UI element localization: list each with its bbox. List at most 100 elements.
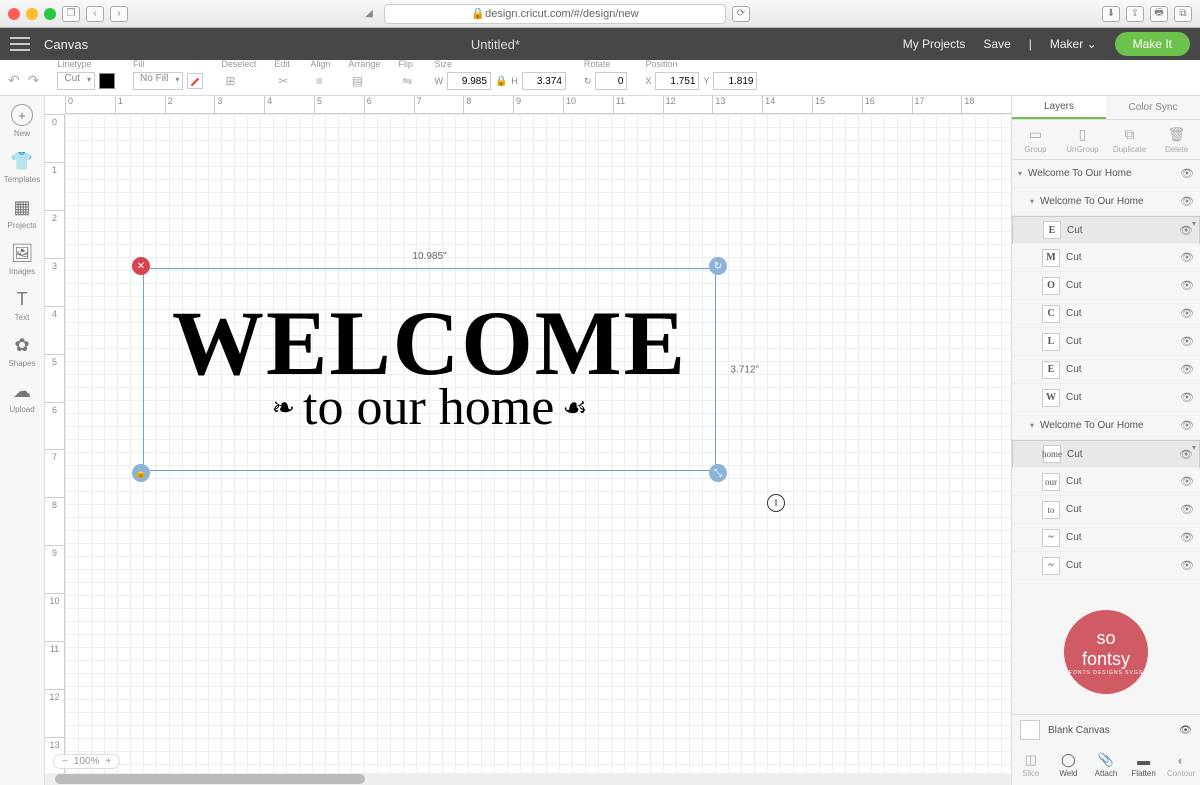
tabs-icon[interactable]: ⧉: [1174, 6, 1192, 22]
sidebar-toggle-icon[interactable]: ❐: [62, 6, 80, 22]
layer-row[interactable]: toCut👁: [1012, 496, 1200, 524]
visibility-icon[interactable]: 👁: [1180, 335, 1194, 348]
nav-fwd-icon[interactable]: ›: [110, 6, 128, 22]
slice-button: ◫Slice: [1012, 745, 1050, 785]
h-scrollbar[interactable]: [45, 773, 1011, 785]
left-tool-rail: +New 👕Templates ▦Projects 🖼Images TText ✿Shap…: [0, 96, 45, 785]
redo-icon[interactable]: ↷: [28, 72, 40, 89]
menu-icon[interactable]: [10, 37, 30, 51]
layer-row[interactable]: WCut👁: [1012, 384, 1200, 412]
line-color-swatch[interactable]: [99, 73, 115, 89]
my-projects-link[interactable]: My Projects: [903, 37, 966, 51]
divider: |: [1029, 37, 1032, 51]
visibility-toggle-icon[interactable]: 👁: [1179, 725, 1192, 736]
zoom-in-icon[interactable]: +: [105, 756, 111, 767]
visibility-icon[interactable]: 👁: [1180, 475, 1194, 488]
layer-row[interactable]: ▾Welcome To Our Home👁: [1012, 188, 1200, 216]
machine-select[interactable]: Maker ⌄: [1050, 37, 1097, 51]
selection-box[interactable]: 10.985" 3.712" ✕ ↻ 🔒 ⤡ WELCOME ❧ to our …: [143, 268, 716, 471]
arrange-icon[interactable]: ▤: [348, 72, 366, 90]
width-input[interactable]: [447, 72, 491, 90]
fill-select[interactable]: No Fill: [133, 72, 183, 90]
layer-row[interactable]: ECut👁: [1012, 356, 1200, 384]
visibility-icon[interactable]: 👁: [1180, 419, 1194, 432]
rail-templates[interactable]: 👕Templates: [4, 150, 40, 184]
layer-row[interactable]: OCut👁: [1012, 272, 1200, 300]
scale-handle-icon[interactable]: ⤡: [709, 464, 727, 482]
layer-row[interactable]: LCut👁: [1012, 328, 1200, 356]
visibility-icon[interactable]: 👁: [1180, 531, 1194, 544]
zoom-control[interactable]: −100%+: [53, 754, 120, 769]
tab-layers[interactable]: Layers: [1012, 96, 1106, 119]
rail-new[interactable]: +New: [11, 104, 33, 138]
visibility-icon[interactable]: 👁: [1180, 167, 1194, 180]
pos-x-input[interactable]: [655, 72, 699, 90]
layer-row[interactable]: ~Cut👁: [1012, 552, 1200, 580]
layer-row[interactable]: homeCut👁: [1012, 440, 1200, 468]
visibility-icon[interactable]: 👁: [1180, 503, 1194, 516]
visibility-icon[interactable]: 👁: [1180, 391, 1194, 404]
height-input[interactable]: [522, 72, 566, 90]
reload-icon[interactable]: ⟳: [732, 6, 750, 22]
nav-back-icon[interactable]: ‹: [86, 6, 104, 22]
layer-row[interactable]: ~Cut👁: [1012, 524, 1200, 552]
traffic-max-icon[interactable]: [44, 8, 56, 20]
flatten-button[interactable]: ▬Flatten: [1125, 745, 1163, 785]
print-icon[interactable]: 🖶: [1150, 6, 1168, 22]
no-fill-icon[interactable]: [187, 73, 203, 89]
flip-icon[interactable]: ⇋: [398, 72, 416, 90]
rail-shapes[interactable]: ✿Shapes: [8, 334, 35, 368]
visibility-icon[interactable]: 👁: [1179, 224, 1193, 237]
blank-canvas-row[interactable]: Blank Canvas 👁: [1012, 715, 1200, 745]
rail-text[interactable]: TText: [11, 288, 33, 322]
share-icon[interactable]: ⇪: [1126, 6, 1144, 22]
tab-color-sync[interactable]: Color Sync: [1106, 96, 1200, 119]
visibility-icon[interactable]: 👁: [1180, 559, 1194, 572]
design-art[interactable]: WELCOME ❧ to our home ☙: [150, 275, 709, 464]
layer-row[interactable]: CCut👁: [1012, 300, 1200, 328]
flatten-icon: ▬: [1137, 753, 1150, 768]
duplicate-button[interactable]: ⧉Duplicate: [1106, 120, 1153, 159]
layer-row[interactable]: ourCut👁: [1012, 468, 1200, 496]
rotate-input[interactable]: [595, 72, 627, 90]
visibility-icon[interactable]: 👁: [1179, 448, 1193, 461]
layer-row[interactable]: ▾Welcome To Our Home👁: [1012, 160, 1200, 188]
pos-y-input[interactable]: [713, 72, 757, 90]
attach-button[interactable]: 📎Attach: [1087, 745, 1125, 785]
align-icon[interactable]: ≡: [310, 72, 328, 90]
rail-upload[interactable]: ☁Upload: [9, 380, 34, 414]
rail-label: New: [14, 129, 30, 138]
browser-chrome: ❐ ‹ › ◢ 🔒 design.cricut.com/#/design/new…: [0, 0, 1200, 28]
layer-row[interactable]: MCut👁: [1012, 244, 1200, 272]
text-cursor-icon: I: [767, 494, 785, 512]
zoom-out-icon[interactable]: −: [62, 756, 68, 767]
layer-row[interactable]: ▾Welcome To Our Home👁: [1012, 412, 1200, 440]
make-it-button[interactable]: Make It: [1115, 32, 1190, 56]
visibility-icon[interactable]: 👁: [1180, 363, 1194, 376]
rotate-handle-icon[interactable]: ↻: [709, 257, 727, 275]
traffic-close-icon[interactable]: [8, 8, 20, 20]
download-icon[interactable]: ⬇: [1102, 6, 1120, 22]
url-bar[interactable]: 🔒 design.cricut.com/#/design/new: [384, 4, 726, 24]
visibility-icon[interactable]: 👁: [1180, 195, 1194, 208]
ungroup-button[interactable]: ▯UnGroup: [1059, 120, 1106, 159]
lock-aspect-icon[interactable]: 🔒: [495, 76, 507, 87]
deselect-icon[interactable]: ⊞: [221, 72, 239, 90]
edit-icon[interactable]: ✂: [274, 72, 292, 90]
weld-button[interactable]: ◯Weld: [1050, 745, 1088, 785]
lock-handle-icon[interactable]: 🔒: [132, 464, 150, 482]
canvas[interactable]: 0123456789101112131415161718 01234567891…: [45, 96, 1011, 785]
save-link[interactable]: Save: [983, 37, 1010, 51]
group-button[interactable]: ▭Group: [1012, 120, 1059, 159]
visibility-icon[interactable]: 👁: [1180, 279, 1194, 292]
delete-button[interactable]: 🗑Delete: [1153, 120, 1200, 159]
delete-handle-icon[interactable]: ✕: [132, 257, 150, 275]
layer-row[interactable]: ECut👁: [1012, 216, 1200, 244]
undo-icon[interactable]: ↶: [8, 72, 20, 89]
visibility-icon[interactable]: 👁: [1180, 251, 1194, 264]
traffic-min-icon[interactable]: [26, 8, 38, 20]
linetype-select[interactable]: Cut: [57, 72, 95, 90]
rail-projects[interactable]: ▦Projects: [8, 196, 37, 230]
rail-images[interactable]: 🖼Images: [9, 242, 35, 276]
visibility-icon[interactable]: 👁: [1180, 307, 1194, 320]
